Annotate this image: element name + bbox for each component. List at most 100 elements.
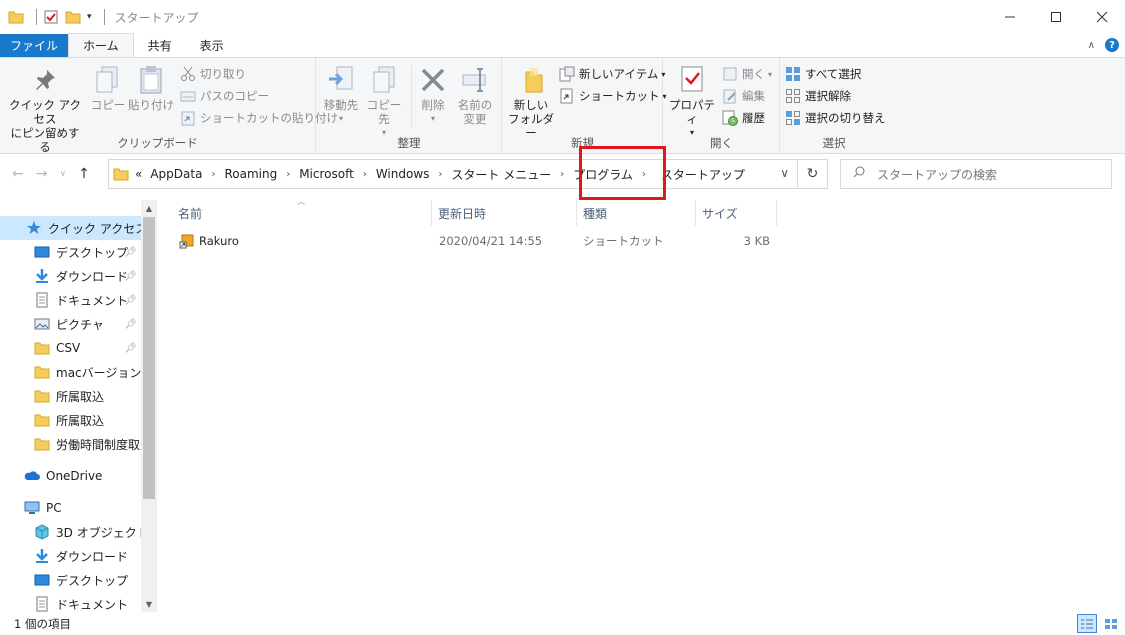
breadcrumb-startup[interactable]: スタートアップ (661, 166, 745, 183)
edit-button[interactable]: 編集 (722, 86, 765, 106)
copy-button[interactable]: コピー (90, 64, 126, 112)
breadcrumb-roaming[interactable]: Roaming › (224, 167, 299, 181)
breadcrumb-overflow[interactable]: « (135, 167, 142, 181)
refresh-button[interactable]: ↻ (798, 159, 828, 189)
rename-button[interactable]: 名前の 変更 (453, 64, 497, 126)
pin-icon[interactable]: 📌︎ (124, 271, 137, 282)
nav-item-documents[interactable]: ドキュメント 📌︎ (0, 288, 141, 312)
scroll-down-arrow-icon[interactable]: ▼ (141, 596, 157, 612)
edit-icon (722, 88, 738, 104)
nav-item-label: macバージョンアップ (56, 365, 141, 380)
address-bar[interactable]: « AppData › Roaming › Microsoft › Windows › … (108, 159, 798, 189)
file-size: 3 KB (743, 234, 770, 248)
details-view-icon[interactable] (1077, 614, 1097, 633)
cut-button[interactable]: 切り取り (180, 64, 246, 84)
nav-item-desktop[interactable]: デスクトップ 📌︎ (0, 240, 141, 264)
maximize-button[interactable] (1033, 0, 1079, 34)
forward-arrow-icon[interactable]: → (36, 166, 48, 182)
nav-item-3d-objects[interactable]: 3D オブジェクト (0, 520, 141, 544)
paste-shortcut-button[interactable]: ショートカットの貼り付け (180, 108, 338, 128)
new-folder-icon[interactable] (65, 9, 81, 25)
folder-icon (8, 9, 24, 25)
copy-icon (92, 64, 124, 96)
delete-button[interactable]: 削除 ▾ (415, 64, 451, 126)
column-header-size[interactable]: サイズ (696, 200, 777, 226)
customize-dropdown-icon[interactable]: ▾ (87, 12, 92, 22)
move-to-button[interactable]: 移動先 ▾ (321, 64, 361, 126)
breadcrumb-windows[interactable]: Windows › (376, 167, 452, 181)
tab-view[interactable]: 表示 (186, 34, 238, 57)
column-header-name[interactable]: 名前 (172, 200, 432, 226)
select-all-button[interactable]: すべて選択 (785, 64, 861, 84)
nav-item-pictures[interactable]: ピクチャ 📌︎ (0, 312, 141, 336)
breadcrumb-chevron-icon[interactable]: › (560, 169, 564, 180)
new-folder-label-line1: 新しい (513, 98, 549, 112)
download-icon (34, 548, 50, 564)
new-folder-button[interactable]: 新しい フォルダー (505, 64, 557, 140)
column-header-type[interactable]: 種類 (577, 200, 696, 226)
invert-selection-button[interactable]: 選択の切り替え (785, 108, 886, 128)
move-to-dropdown-icon: ▾ (338, 114, 343, 123)
breadcrumb-start-menu[interactable]: スタート メニュー › (451, 166, 573, 183)
nav-item-quick-access[interactable]: クイック アクセス (0, 216, 141, 240)
large-icons-view-icon[interactable] (1101, 614, 1121, 633)
new-item-button[interactable]: 新しいアイテム ▾ (559, 64, 665, 84)
nav-item-shozoku-2[interactable]: 所属取込 (0, 408, 141, 432)
delete-label: 削除 (421, 98, 445, 112)
copy-path-button[interactable]: パスのコピー (180, 86, 269, 106)
search-placeholder: スタートアップの検索 (877, 167, 998, 182)
column-header-modified[interactable]: 更新日時 (432, 200, 577, 226)
breadcrumb-chevron-icon[interactable]: › (438, 169, 442, 180)
properties-button[interactable]: プロパティ ▾ (666, 64, 718, 140)
breadcrumb-label: Roaming (224, 167, 278, 181)
select-all-label: すべて選択 (805, 67, 862, 81)
recent-locations-icon[interactable]: ∨ (59, 169, 66, 182)
pin-icon[interactable]: 📌︎ (124, 343, 137, 354)
select-none-button[interactable]: 選択解除 (785, 86, 851, 106)
pin-icon[interactable]: 📌︎ (124, 319, 137, 330)
open-button[interactable]: 開く ▾ (722, 64, 772, 84)
nav-item-pc-desktop[interactable]: デスクトップ (0, 568, 141, 592)
nav-item-mac-version-up[interactable]: macバージョンアップ (0, 360, 141, 384)
nav-item-shozoku-1[interactable]: 所属取込 (0, 384, 141, 408)
nav-item-onedrive[interactable]: OneDrive (0, 464, 141, 488)
copy-to-button[interactable]: コピー先 ▾ (363, 64, 405, 140)
search-box[interactable]: スタートアップの検索 (840, 159, 1112, 189)
breadcrumb-appdata[interactable]: AppData › (150, 167, 224, 181)
properties-check-icon[interactable] (43, 9, 59, 25)
scrollbar-thumb[interactable] (143, 217, 155, 499)
pin-icon[interactable]: 📌︎ (124, 295, 137, 306)
breadcrumb-label: スタートアップ (660, 167, 745, 182)
tab-share[interactable]: 共有 (134, 34, 186, 57)
scroll-up-arrow-icon[interactable]: ▲ (141, 200, 157, 216)
folder-icon (34, 388, 50, 404)
breadcrumb-microsoft[interactable]: Microsoft › (299, 167, 376, 181)
address-dropdown-icon[interactable]: ∨ (780, 166, 789, 180)
nav-item-downloads[interactable]: ダウンロード 📌︎ (0, 264, 141, 288)
pin-icon (29, 64, 61, 96)
breadcrumb-chevron-icon[interactable]: › (363, 169, 367, 180)
help-icon[interactable]: ? (1105, 38, 1119, 52)
file-row[interactable]: Rakuro 2020/04/21 14:55 ショートカット 3 KB (157, 230, 1125, 252)
breadcrumb-chevron-icon[interactable]: › (286, 169, 290, 180)
pin-icon[interactable]: 📌︎ (124, 247, 137, 258)
history-button[interactable]: 履歴 (722, 108, 765, 128)
file-name-cell[interactable]: Rakuro (179, 230, 239, 252)
tab-home[interactable]: ホーム (68, 33, 134, 57)
tab-file[interactable]: ファイル (0, 34, 69, 57)
back-arrow-icon[interactable]: ← (12, 166, 24, 182)
copy-to-label: コピー先 (366, 98, 402, 126)
breadcrumb-chevron-icon[interactable]: › (211, 169, 215, 180)
nav-item-roudou-jikan[interactable]: 労働時間制度取込 (0, 432, 141, 456)
nav-item-csv[interactable]: CSV 📌︎ (0, 336, 141, 360)
nav-pane-scrollbar[interactable]: ▲ ▼ (141, 200, 157, 612)
up-arrow-icon[interactable]: ↑ (78, 166, 90, 182)
paste-button[interactable]: 貼り付け (128, 64, 174, 112)
nav-item-pc[interactable]: PC (0, 496, 141, 520)
new-item-icon (559, 66, 575, 82)
easy-access-button[interactable]: ショートカット ▾ (559, 86, 667, 106)
nav-item-pc-downloads[interactable]: ダウンロード (0, 544, 141, 568)
collapse-ribbon-icon[interactable]: ∧ (1088, 40, 1095, 51)
minimize-button[interactable] (987, 0, 1033, 34)
close-button[interactable] (1079, 0, 1125, 34)
